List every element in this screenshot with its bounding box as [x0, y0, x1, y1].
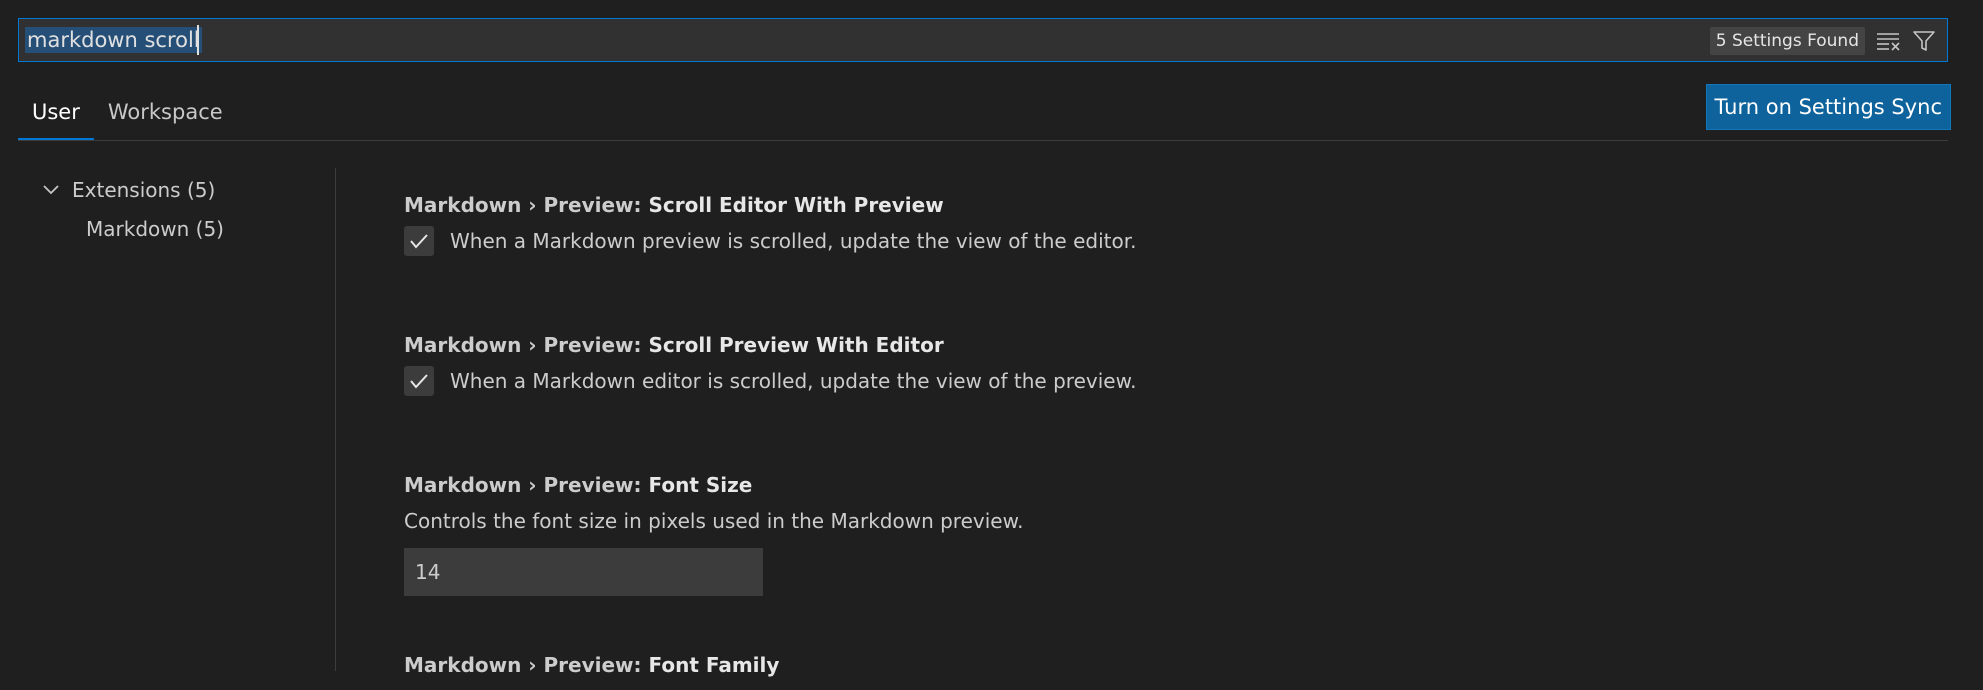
setting-description: When a Markdown editor is scrolled, upda…: [450, 369, 1137, 393]
turn-on-settings-sync-button[interactable]: Turn on Settings Sync: [1705, 84, 1951, 130]
check-icon: [410, 374, 428, 389]
toc-item-markdown-label: Markdown (5): [86, 216, 224, 241]
setting-font-size: Markdown › Preview: Font Size Controls t…: [404, 470, 1904, 650]
settings-toc: Extensions (5) Markdown (5): [18, 170, 318, 248]
search-input[interactable]: markdown scroll: [25, 27, 202, 53]
setting-title: Markdown › Preview: Font Family: [404, 650, 1904, 680]
settings-list: Markdown › Preview: Scroll Editor With P…: [404, 190, 1904, 690]
tab-workspace[interactable]: Workspace: [94, 92, 237, 140]
setting-scroll-preview-with-editor: Markdown › Preview: Scroll Preview With …: [404, 330, 1904, 470]
font-size-input[interactable]: 14: [404, 548, 763, 596]
check-icon: [410, 234, 428, 249]
settings-search-bar[interactable]: markdown scroll 5 Settings Found: [18, 18, 1948, 62]
scroll-editor-with-preview-checkbox[interactable]: [404, 226, 434, 256]
setting-name: Font Size: [648, 473, 753, 497]
setting-name: Font Family: [648, 653, 780, 677]
tabs-divider: [18, 140, 1948, 141]
toc-item-extensions[interactable]: Extensions (5): [18, 170, 318, 209]
toc-divider: [335, 168, 336, 671]
toc-item-markdown[interactable]: Markdown (5): [18, 209, 318, 248]
setting-title: Markdown › Preview: Scroll Editor With P…: [404, 190, 1904, 220]
text-caret: [197, 25, 199, 55]
setting-description: When a Markdown preview is scrolled, upd…: [450, 229, 1137, 253]
filter-icon[interactable]: [1909, 27, 1939, 55]
results-count-badge: 5 Settings Found: [1709, 27, 1865, 55]
setting-font-family: Markdown › Preview: Font Family: [404, 650, 1904, 690]
setting-name: Scroll Editor With Preview: [648, 193, 944, 217]
setting-category: Markdown › Preview:: [404, 333, 649, 357]
setting-description: Controls the font size in pixels used in…: [404, 509, 1024, 533]
setting-title: Markdown › Preview: Font Size: [404, 470, 1904, 500]
setting-title: Markdown › Preview: Scroll Preview With …: [404, 330, 1904, 360]
setting-category: Markdown › Preview:: [404, 653, 649, 677]
settings-scope-tabs: User Workspace: [18, 92, 237, 140]
setting-scroll-editor-with-preview: Markdown › Preview: Scroll Editor With P…: [404, 190, 1904, 330]
chevron-down-icon[interactable]: [40, 179, 62, 201]
scroll-preview-with-editor-checkbox[interactable]: [404, 366, 434, 396]
tab-user[interactable]: User: [18, 92, 94, 140]
toc-item-extensions-label: Extensions (5): [72, 177, 216, 202]
setting-category: Markdown › Preview:: [404, 473, 649, 497]
clear-filter-icon[interactable]: [1873, 27, 1903, 55]
setting-category: Markdown › Preview:: [404, 193, 649, 217]
setting-name: Scroll Preview With Editor: [648, 333, 944, 357]
